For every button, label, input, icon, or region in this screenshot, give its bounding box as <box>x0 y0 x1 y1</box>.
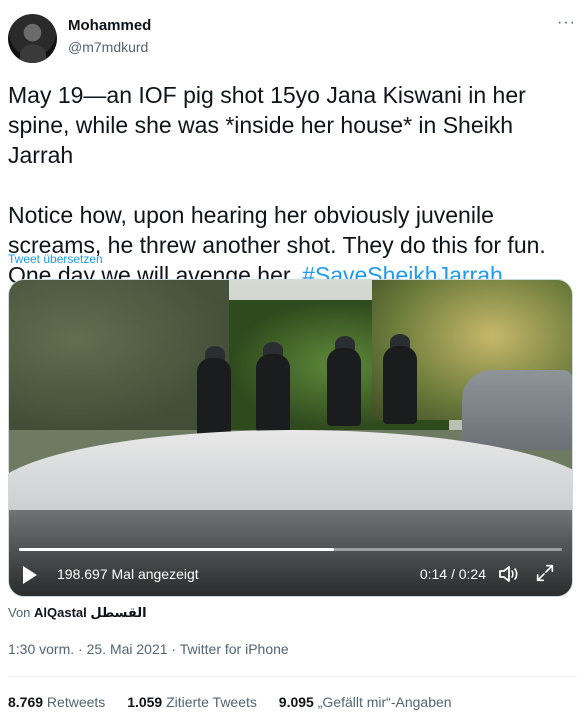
likes-count: 9.095 <box>278 694 314 710</box>
retweets-count: 8.769 <box>8 694 44 710</box>
author-name[interactable]: Mohammed <box>68 17 151 34</box>
tweet-paragraph-2: Notice how, upon hearing her obviously j… <box>8 200 578 290</box>
volume-muted-icon[interactable] <box>496 562 520 586</box>
video-figure <box>197 358 231 436</box>
view-count: 198.697 Mal angezeigt <box>57 566 199 582</box>
video-figure <box>327 348 361 426</box>
source-prefix: Von <box>8 605 35 620</box>
tweet-paragraph-1: May 19—an IOF pig shot 15yo Jana Kiswani… <box>8 82 526 168</box>
tweet-client[interactable]: Twitter for iPhone <box>180 641 289 657</box>
video-player[interactable]: 198.697 Mal angezeigt 0:14 / 0:24 <box>8 279 573 597</box>
video-controls: 198.697 Mal angezeigt 0:14 / 0:24 <box>9 540 572 596</box>
tweet-date[interactable]: 25. Mai 2021 <box>87 641 168 657</box>
retweets-stat[interactable]: 8.769 Retweets <box>8 694 105 710</box>
likes-label: „Gefällt mir“-Angaben <box>313 694 452 710</box>
source-account-link[interactable]: AlQastal القسطل <box>34 605 147 620</box>
tweet-time[interactable]: 1:30 vorm. <box>8 641 74 657</box>
video-progress-fill <box>19 548 334 551</box>
translate-tweet-link[interactable]: Tweet übersetzen <box>8 252 103 266</box>
likes-stat[interactable]: 9.095 „Gefällt mir“-Angaben <box>279 694 452 710</box>
divider <box>8 676 578 677</box>
author-handle[interactable]: @m7mdkurd <box>68 39 148 55</box>
quote-tweets-count: 1.059 <box>127 694 163 710</box>
more-options-icon[interactable]: ··· <box>557 14 576 32</box>
tweet-header: Mohammed @m7mdkurd ··· <box>8 14 578 64</box>
video-source: Von AlQastal القسطل <box>8 605 147 621</box>
play-icon[interactable] <box>23 566 37 584</box>
video-progress-bar[interactable] <box>19 548 562 551</box>
video-figure <box>383 346 417 424</box>
quote-tweets-stat[interactable]: 1.059 Zitierte Tweets <box>127 694 257 710</box>
tweet-stats: 8.769 Retweets 1.059 Zitierte Tweets 9.0… <box>8 694 470 710</box>
meta-separator: · <box>167 641 180 657</box>
avatar[interactable] <box>8 14 57 63</box>
retweets-label: Retweets <box>43 694 106 710</box>
fullscreen-icon[interactable] <box>534 562 556 584</box>
video-figure <box>256 354 290 432</box>
tweet-meta: 1:30 vorm. · 25. Mai 2021 · Twitter for … <box>8 641 289 657</box>
meta-separator: · <box>74 641 87 657</box>
quote-tweets-label: Zitierte Tweets <box>162 694 257 710</box>
video-time: 0:14 / 0:24 <box>419 566 486 582</box>
